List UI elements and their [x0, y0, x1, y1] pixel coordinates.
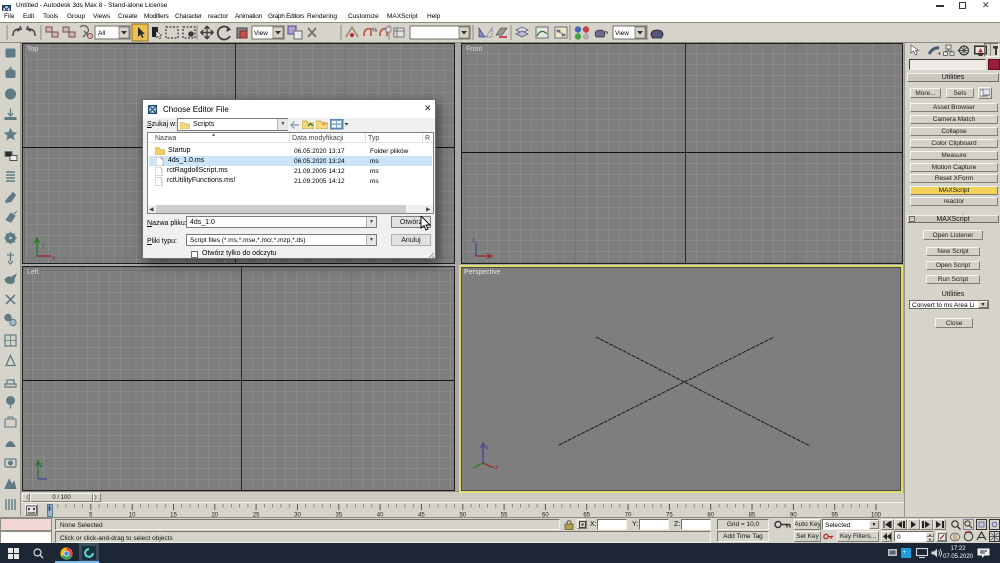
svg-text:View: View — [254, 30, 268, 37]
svg-text:%: % — [372, 28, 378, 34]
svg-text:y: y — [42, 243, 45, 249]
svg-text:z: z — [40, 463, 43, 469]
svg-text:z: z — [472, 238, 475, 244]
svg-text:x: x — [52, 256, 55, 262]
svg-text:z: z — [486, 445, 489, 451]
svg-text:View: View — [615, 30, 629, 37]
svg-text:All: All — [98, 30, 106, 37]
svg-text:x: x — [495, 465, 498, 471]
